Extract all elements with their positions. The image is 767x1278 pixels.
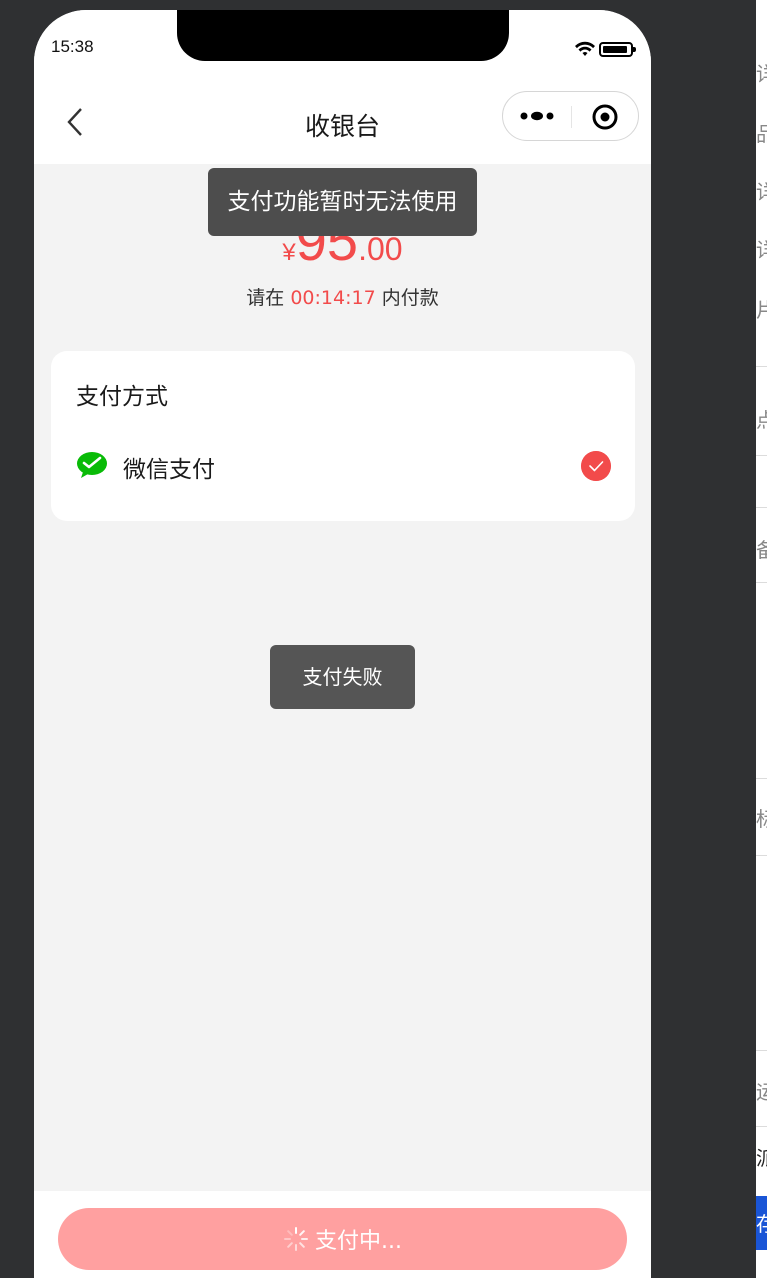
toast-payment-unavailable: 支付功能暂时无法使用 bbox=[208, 168, 477, 236]
wechat-pay-icon bbox=[77, 452, 107, 478]
side-divider bbox=[756, 366, 767, 367]
background-page-panel: 详 品 详 详 片 点 备 标 运 派 存 bbox=[756, 0, 767, 1278]
side-glyph: 详 bbox=[756, 180, 767, 204]
status-time: 15:38 bbox=[51, 37, 94, 56]
payment-option-wechat[interactable]: 微信支付 bbox=[51, 439, 635, 493]
countdown-prefix: 请在 bbox=[246, 287, 291, 309]
device-notch bbox=[177, 10, 509, 61]
side-glyph: 详 bbox=[756, 62, 767, 86]
mini-program-capsule bbox=[502, 91, 639, 141]
payment-method-card: 支付方式 微信支付 bbox=[51, 351, 635, 521]
status-icons bbox=[574, 40, 638, 60]
side-glyph: 标 bbox=[756, 807, 767, 831]
countdown-suffix: 内付款 bbox=[375, 287, 439, 309]
side-divider bbox=[756, 455, 767, 456]
amount-decimal: .00 bbox=[358, 231, 403, 267]
side-glyph: 点 bbox=[756, 408, 767, 432]
side-glyph: 详 bbox=[756, 238, 767, 262]
payment-countdown: 请在 00:14:17 内付款 bbox=[34, 283, 651, 310]
close-target-icon[interactable] bbox=[591, 103, 619, 131]
side-divider bbox=[756, 1050, 767, 1051]
side-glyph: 片 bbox=[756, 298, 767, 322]
more-dots-icon[interactable] bbox=[519, 106, 559, 126]
pay-button-label: 支付中... bbox=[315, 1229, 402, 1254]
wechat-pay-label: 微信支付 bbox=[123, 457, 215, 483]
side-glyph: 品 bbox=[756, 122, 767, 146]
side-glyph: 派 bbox=[756, 1146, 767, 1170]
side-blue-button[interactable]: 存 bbox=[756, 1196, 767, 1250]
wifi-icon bbox=[575, 41, 595, 56]
selected-check-icon bbox=[581, 451, 611, 481]
side-divider bbox=[756, 778, 767, 779]
side-glyph: 运 bbox=[756, 1080, 767, 1104]
payment-method-title: 支付方式 bbox=[76, 384, 168, 410]
side-blue-button-label: 存 bbox=[756, 1212, 767, 1236]
capsule-divider bbox=[571, 106, 572, 128]
side-divider bbox=[756, 582, 767, 583]
side-divider bbox=[756, 507, 767, 508]
phone-screen: 15:38 收银台 ¥95.00 请在 00:14:17 内付款 支付方式 微信… bbox=[34, 10, 651, 1278]
side-glyph: 备 bbox=[756, 538, 767, 562]
bottom-bar: 支付中... bbox=[34, 1191, 651, 1278]
currency-symbol: ¥ bbox=[282, 239, 296, 266]
countdown-time: 00:14:17 bbox=[290, 287, 376, 309]
toast-payment-failed: 支付失败 bbox=[270, 645, 415, 709]
side-divider bbox=[756, 1126, 767, 1127]
loading-spinner-icon bbox=[284, 1227, 308, 1251]
side-divider bbox=[756, 855, 767, 856]
battery-icon bbox=[599, 42, 636, 57]
pay-button[interactable]: 支付中... bbox=[58, 1208, 627, 1270]
